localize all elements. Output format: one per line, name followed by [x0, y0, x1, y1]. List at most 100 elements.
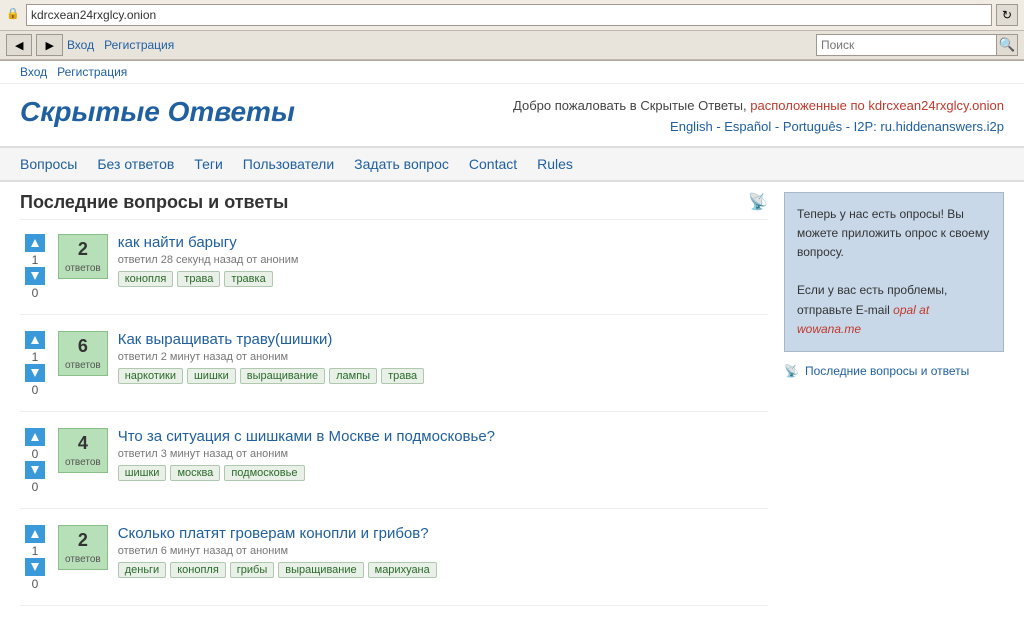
- tag[interactable]: трава: [177, 271, 220, 287]
- tag[interactable]: выращивание: [240, 368, 325, 384]
- question-title[interactable]: как найти барыгу: [118, 234, 237, 251]
- nav-questions[interactable]: Вопросы: [20, 156, 77, 172]
- nav-unanswered[interactable]: Без ответов: [97, 156, 174, 172]
- tag[interactable]: конопля: [170, 562, 226, 578]
- question-title[interactable]: Что за ситуация с шишками в Москве и под…: [118, 428, 495, 445]
- sidebar-info-box: Теперь у нас есть опросы! Вы можете прил…: [784, 192, 1004, 352]
- i2p-link[interactable]: ru.hiddenanswers.i2p: [880, 119, 1004, 134]
- tag[interactable]: конопля: [118, 271, 174, 287]
- tag[interactable]: шишки: [187, 368, 236, 384]
- question-item: 0 0 4 ответов Что за ситуация с шишками …: [20, 428, 768, 509]
- vote-box: 1 0: [20, 525, 50, 591]
- nav-users[interactable]: Пользователи: [243, 156, 334, 172]
- answer-count-box: 2 ответов: [58, 525, 108, 570]
- answer-label: ответов: [65, 263, 101, 274]
- tags: деньги конопля грибы выращивание марихуа…: [118, 562, 768, 578]
- question-meta: ответил 6 минут назад от аноним: [118, 545, 768, 557]
- answer-count-box: 4 ответов: [58, 428, 108, 473]
- tags: шишки москва подмосковье: [118, 465, 768, 481]
- nav-tags[interactable]: Теги: [194, 156, 222, 172]
- tag[interactable]: шишки: [118, 465, 167, 481]
- lang-spanish[interactable]: Español: [724, 119, 771, 134]
- lang-portuguese[interactable]: Português: [783, 119, 842, 134]
- question-title[interactable]: Сколько платят гроверам конопли и грибов…: [118, 525, 429, 542]
- tag[interactable]: травка: [224, 271, 272, 287]
- vote-box: 1 0: [20, 234, 50, 300]
- rss-icon[interactable]: 📡: [748, 192, 768, 212]
- section-title: Последние вопросы и ответы: [20, 192, 288, 213]
- vote-box: 1 0: [20, 331, 50, 397]
- vote-down-button[interactable]: [25, 461, 45, 479]
- tag[interactable]: подмосковье: [224, 465, 304, 481]
- register-link[interactable]: Регистрация: [104, 38, 174, 52]
- main-content: Последние вопросы и ответы 📡 1 0 2: [20, 192, 768, 622]
- rss-feed-icon: 📡: [784, 364, 799, 378]
- vote-up-count: 1: [32, 544, 39, 558]
- tag[interactable]: деньги: [118, 562, 167, 578]
- tag[interactable]: выращивание: [278, 562, 363, 578]
- answer-count: 2: [65, 239, 101, 260]
- answer-label: ответов: [65, 360, 101, 371]
- sidebar-polls-text: Теперь у нас есть опросы! Вы можете прил…: [797, 205, 991, 263]
- site-title: Скрытые Ответы: [20, 96, 295, 128]
- vote-down-button[interactable]: [25, 558, 45, 576]
- answer-count-box: 6 ответов: [58, 331, 108, 376]
- sidebar: Теперь у нас есть опросы! Вы можете прил…: [784, 192, 1004, 622]
- tag[interactable]: лампы: [329, 368, 377, 384]
- tag[interactable]: москва: [170, 465, 220, 481]
- vote-up-button[interactable]: [25, 331, 45, 349]
- question-meta: ответил 3 минут назад от аноним: [118, 448, 768, 460]
- vote-up-button[interactable]: [25, 428, 45, 446]
- login-link[interactable]: Вход: [67, 38, 94, 52]
- question-title[interactable]: Как выращивать траву(шишки): [118, 331, 333, 348]
- onion-link[interactable]: расположенные по kdrcxean24rxglcy.onion: [750, 98, 1004, 113]
- vote-up-button[interactable]: [25, 525, 45, 543]
- vote-up-count: 1: [32, 253, 39, 267]
- question-item: 1 0 2 ответов как найти барыгу ответил 2…: [20, 234, 768, 315]
- nav-rules[interactable]: Rules: [537, 156, 573, 172]
- address-bar[interactable]: [26, 4, 992, 26]
- sidebar-contact-text: Если у вас есть проблемы, отправьте E-ma…: [797, 281, 991, 339]
- tags: конопля трава травка: [118, 271, 768, 287]
- nav-ask[interactable]: Задать вопрос: [354, 156, 449, 172]
- question-body: Что за ситуация с шишками в Москве и под…: [118, 428, 768, 481]
- answer-label: ответов: [65, 554, 101, 565]
- answer-count: 6: [65, 336, 101, 357]
- tag[interactable]: грибы: [230, 562, 274, 578]
- lock-icon: 🔒: [6, 7, 22, 23]
- site-tagline: Добро пожаловать в Скрытые Ответы, распо…: [513, 96, 1004, 138]
- vote-down-count: 0: [32, 480, 39, 494]
- sidebar-rss: 📡 Последние вопросы и ответы: [784, 364, 1004, 378]
- vote-down-count: 0: [32, 577, 39, 591]
- vote-down-button[interactable]: [25, 267, 45, 285]
- vote-box: 0 0: [20, 428, 50, 494]
- question-body: Сколько платят гроверам конопли и грибов…: [118, 525, 768, 578]
- tags: наркотики шишки выращивание лампы трава: [118, 368, 768, 384]
- tag[interactable]: марихуана: [368, 562, 437, 578]
- question-item: 1 0 6 ответов Как выращивать траву(шишки…: [20, 331, 768, 412]
- main-nav: Вопросы Без ответов Теги Пользователи За…: [0, 146, 1024, 182]
- search-input[interactable]: [816, 34, 996, 56]
- vote-down-count: 0: [32, 383, 39, 397]
- answer-count-box: 2 ответов: [58, 234, 108, 279]
- tag[interactable]: трава: [381, 368, 424, 384]
- register-link-page[interactable]: Регистрация: [57, 65, 127, 79]
- answer-label: ответов: [65, 457, 101, 468]
- vote-up-button[interactable]: [25, 234, 45, 252]
- nav-contact[interactable]: Contact: [469, 156, 517, 172]
- forward-button[interactable]: ▶: [36, 34, 62, 56]
- lang-english[interactable]: English: [670, 119, 713, 134]
- sidebar-rss-link[interactable]: Последние вопросы и ответы: [805, 364, 969, 378]
- back-button[interactable]: ◀: [6, 34, 32, 56]
- tag[interactable]: наркотики: [118, 368, 183, 384]
- question-meta: ответил 28 секунд назад от аноним: [118, 254, 768, 266]
- question-meta: ответил 2 минут назад от аноним: [118, 351, 768, 363]
- vote-up-count: 1: [32, 350, 39, 364]
- reload-button[interactable]: ↻: [996, 4, 1018, 26]
- question-body: как найти барыгу ответил 28 секунд назад…: [118, 234, 768, 287]
- login-link-page[interactable]: Вход: [20, 65, 47, 79]
- vote-down-count: 0: [32, 286, 39, 300]
- vote-down-button[interactable]: [25, 364, 45, 382]
- search-icon: 🔍: [999, 37, 1016, 53]
- search-button[interactable]: 🔍: [996, 34, 1018, 56]
